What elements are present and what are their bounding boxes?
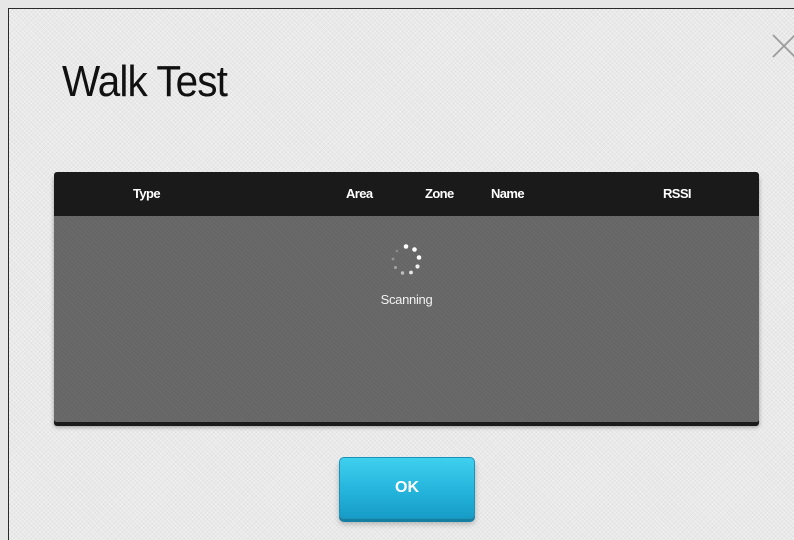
column-header-type: Type — [133, 186, 161, 201]
device-table: Type Area Zone Name RSSI Scanning — [54, 172, 759, 422]
table-body: Scanning — [54, 216, 759, 422]
scanning-status: Scanning — [380, 292, 433, 307]
column-header-area: Area — [346, 186, 373, 201]
column-header-zone: Zone — [425, 186, 454, 201]
close-icon[interactable] — [771, 33, 794, 59]
table-header: Type Area Zone Name RSSI — [54, 172, 759, 216]
column-header-name: Name — [491, 186, 525, 201]
column-header-rssi: RSSI — [663, 186, 692, 201]
dialog-title: Walk Test — [62, 57, 228, 106]
ok-button[interactable]: OK — [339, 457, 475, 519]
loading-spinner-icon — [391, 244, 422, 275]
